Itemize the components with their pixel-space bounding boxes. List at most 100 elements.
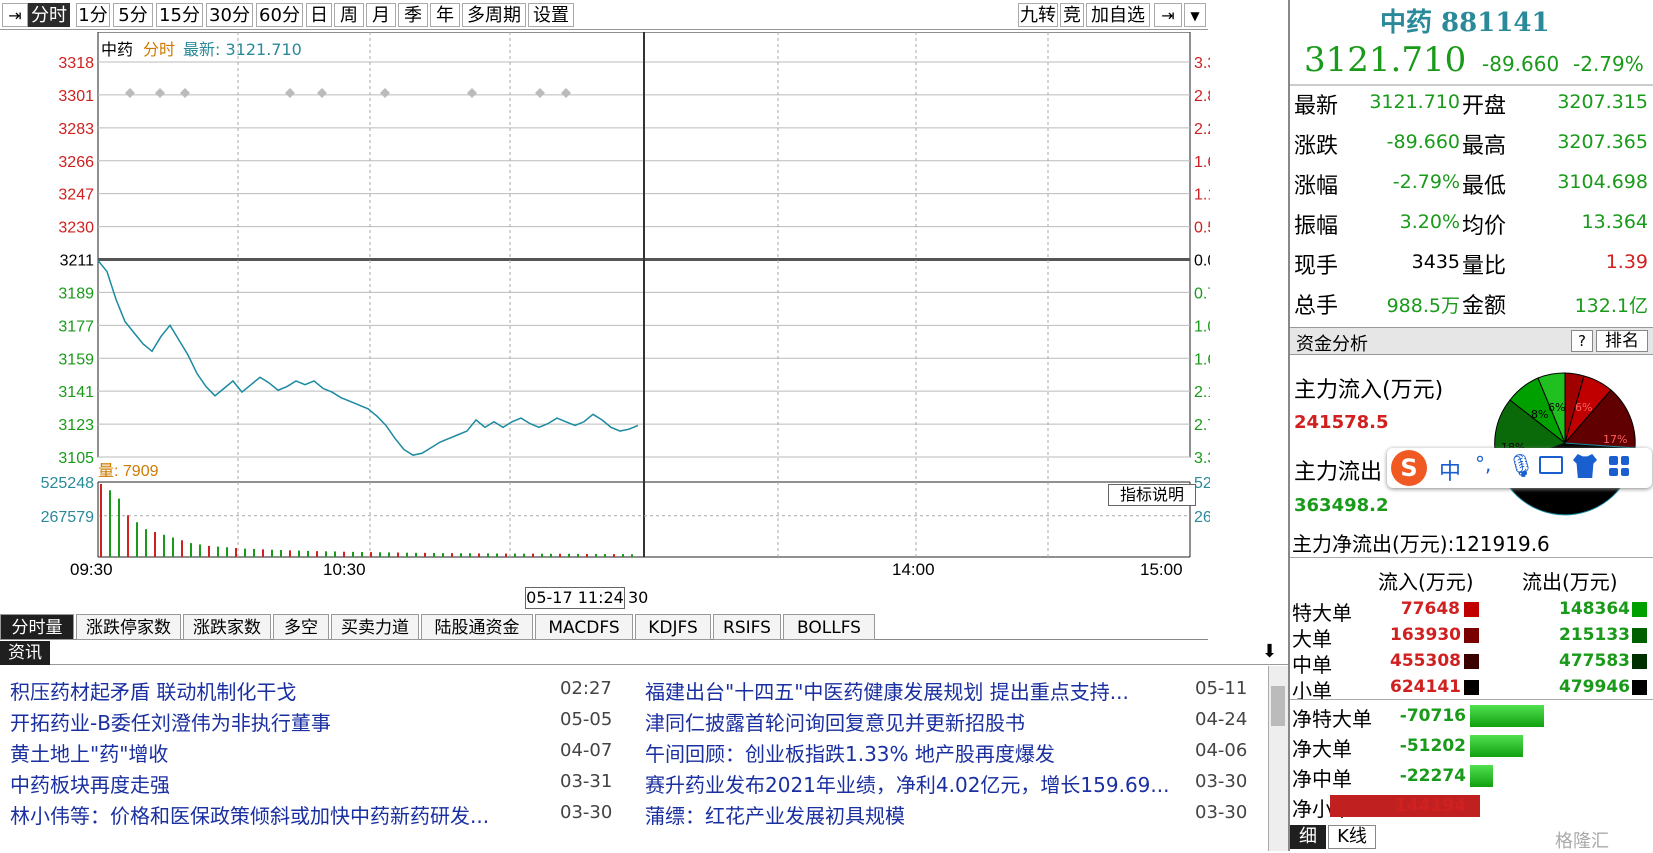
volume-bar [280,550,282,557]
period-tab-5min[interactable]: 5分 [113,3,153,27]
tab-kdjfs[interactable]: KDJFS [635,614,711,640]
tab-bollfs[interactable]: BOLLFS [783,614,875,640]
volume-bar [199,544,201,557]
news-item-left-0[interactable]: 积压药材起矛盾 联动机制化干戈 [10,676,296,705]
quote-label: 现手 [1294,254,1339,279]
period-tab-day[interactable]: 日 [306,3,332,27]
jiuzhuan-button[interactable]: 九转 [1018,3,1058,27]
crosshair-time-suffix: 30 [628,588,649,607]
tab-kline[interactable]: K线 [1328,825,1376,849]
ime-keyboard-icon[interactable] [1539,456,1563,474]
flow-row-label: 大单 [1292,627,1332,651]
price-tick: 3211 [60,253,95,270]
ime-skin-icon[interactable] [1573,454,1597,478]
news-item-left-3[interactable]: 中药板块再度走强 [10,769,170,798]
news-item-right-2[interactable]: 午间回顾：创业板指跌1.33% 地产股再度爆发 [645,738,1055,767]
news-item-right-3[interactable]: 赛升药业发布2021年业绩，净利4.02亿元，增长159.69... [645,769,1190,798]
flow-out-swatch [1632,654,1647,669]
add-watchlist-button[interactable]: 加自选 [1086,3,1150,27]
price-tick: 3105 [58,450,94,467]
period-tab-month[interactable]: 月 [366,3,396,27]
quote-label: 振幅 [1294,214,1339,239]
ime-grid-icon[interactable] [1609,456,1629,476]
tab-macdfs[interactable]: MACDFS [535,614,633,640]
news-item-left-1[interactable]: 开拓药业-B委任刘澄伟为非执行董事 [10,707,331,736]
period-tab-60min[interactable]: 60分 [256,3,303,27]
news-item-left-4[interactable]: 林小伟等：价格和医保政策倾斜或加快中药新药研发... [10,800,550,829]
period-tab-multi[interactable]: 多周期 [462,3,526,27]
net-outflow-label: 主力净流出(万元):121919.6 [1292,532,1550,556]
flow-out-value: 215133 [1559,625,1630,645]
fund-rank-button[interactable]: 排名 [1596,330,1648,352]
flow-in-swatch [1464,654,1479,669]
tab-rsifs[interactable]: RSIFS [713,614,781,640]
tab-northbound[interactable]: 陆股通资金 [421,614,533,640]
news-header-bar: 资讯 ⬇ [0,641,1290,665]
volume-bar [325,551,327,557]
panel-price: 3121.710 [1304,40,1467,80]
intraday-chart[interactable]: 中药 分时 最新: 3121.710 33183.32%33012.80%328… [0,32,1210,612]
volume-bar [253,548,255,557]
volume-bar [271,549,273,557]
volume-bar [307,550,309,557]
volume-bar [235,547,237,557]
tab-rise-fall-count[interactable]: 涨跌家数 [183,614,271,640]
period-tab-15min[interactable]: 15分 [156,3,203,27]
news-date-right-0: 05-11 [1195,678,1248,699]
price-tick: 3318 [58,55,94,72]
pie-label-4: 17% [1603,433,1627,446]
ime-punct-icon[interactable]: °, [1475,452,1491,476]
volume-bar [442,553,444,557]
pct-tick: 1.12% [1194,187,1210,204]
sogou-logo-icon[interactable]: S [1391,450,1427,486]
pct-tick: 3.32% [1194,55,1210,72]
period-tab-year[interactable]: 年 [430,3,460,27]
news-scrollbar[interactable] [1268,666,1288,851]
quote-value: 13.364 [1581,211,1648,233]
collapse-left-icon[interactable]: ⇥ [2,3,28,27]
price-tick: 3177 [58,318,94,335]
period-tab-1min[interactable]: 1分 [76,3,110,27]
volume-bar [460,553,462,557]
volume-bar [370,552,372,557]
ime-toolbar[interactable]: S 中 °, 🎙 [1387,448,1652,488]
download-icon[interactable]: ⬇ [1262,641,1277,662]
period-tab-season[interactable]: 季 [398,3,428,27]
time-tick: 15:00 [1140,560,1183,579]
volume-bar [262,549,264,557]
tab-detail[interactable]: 细 [1290,825,1326,849]
indicator-help-button[interactable]: 指标说明 [1108,484,1196,506]
jing-button[interactable]: 竞 [1060,3,1084,27]
volume-bar [244,548,246,557]
volume-bar [100,484,102,557]
period-tab-week[interactable]: 周 [334,3,364,27]
inflow-label: 主力流入(万元) [1294,378,1444,403]
tab-fenshi-volume[interactable]: 分时量 [0,614,74,640]
flow-out-value: 477583 [1559,651,1630,671]
panel-title: 中药 881141 [1380,8,1550,38]
settings-button[interactable]: 设置 [528,3,574,27]
news-item-right-0[interactable]: 福建出台"十四五"中医药健康发展规划 提出重点支持... [645,676,1190,705]
tab-long-short[interactable]: 多空 [273,614,329,640]
panel-bottom-bar: 细 K线 格隆汇 [1290,823,1653,852]
news-item-right-4[interactable]: 蒲缥：红花产业发展初具规模 [645,800,905,829]
news-item-right-1[interactable]: 津同仁披露首轮问询回复意见并更新招股书 [645,707,1025,736]
ime-mic-icon[interactable]: 🎙 [1507,454,1535,479]
period-tab-fenshi[interactable]: 分时 [28,3,70,27]
tab-buy-sell-force[interactable]: 买卖力道 [331,614,419,640]
chevron-down-icon[interactable]: ▼ [1184,3,1206,27]
period-tab-30min[interactable]: 30分 [206,3,253,27]
indicator-tabs: 分时量 涨跌停家数 涨跌家数 多空 买卖力道 陆股通资金 MACDFS KDJF… [0,614,1208,640]
fund-help-button[interactable]: ? [1571,330,1593,352]
quote-label: 均价 [1462,214,1507,239]
news-date-left-0: 02:27 [560,678,612,699]
tab-limit-count[interactable]: 涨跌停家数 [76,614,181,640]
news-item-left-2[interactable]: 黄土地上"药"增收 [10,738,168,767]
crosshair-time-label: 05-17 11:24 [525,587,625,609]
ime-chinese-icon[interactable]: 中 [1439,454,1461,486]
expand-right-icon[interactable]: ⇥ [1154,3,1182,27]
volume-bar [109,490,111,557]
volume-bar [316,551,318,557]
event-marker-icon [125,88,135,98]
volume-bar [541,553,543,557]
